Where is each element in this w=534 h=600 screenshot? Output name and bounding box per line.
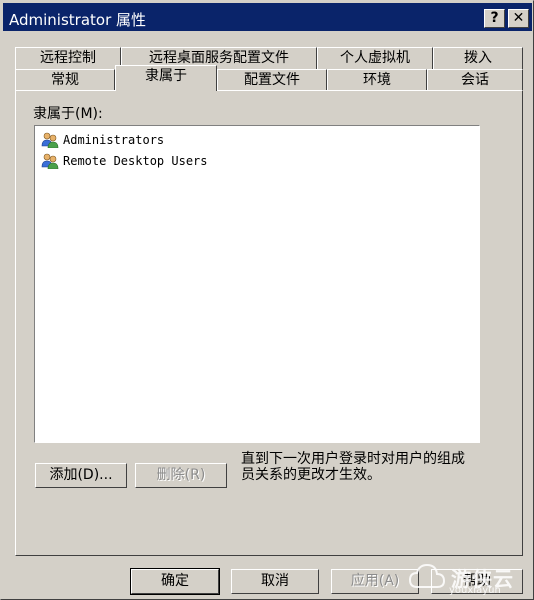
list-item[interactable]: Administrators bbox=[41, 131, 164, 149]
ok-button[interactable]: 确定 bbox=[130, 568, 220, 595]
tab-member-of[interactable]: 隶属于 bbox=[115, 65, 217, 91]
tab-sessions[interactable]: 会话 bbox=[427, 69, 523, 91]
tab-remote-control[interactable]: 远程控制 bbox=[15, 47, 121, 69]
group-icon bbox=[41, 153, 59, 169]
add-button[interactable]: 添加(D)... bbox=[35, 463, 127, 488]
properties-dialog: Administrator 属性 ? ✕ 远程控制 远程桌面服务配置文件 个人虚… bbox=[0, 0, 534, 600]
member-of-list[interactable]: Administrators Remote Desktop Users bbox=[34, 125, 480, 443]
help-title-button[interactable]: ? bbox=[484, 9, 505, 28]
group-icon bbox=[41, 132, 59, 148]
tab-environment[interactable]: 环境 bbox=[327, 69, 427, 91]
watermark: 游侠云 youxiayun bbox=[409, 555, 534, 599]
tab-personal-vm[interactable]: 个人虚拟机 bbox=[317, 47, 433, 69]
tab-general[interactable]: 常规 bbox=[15, 69, 115, 91]
watermark-subtext: youxiayun bbox=[449, 585, 501, 596]
close-button[interactable]: ✕ bbox=[508, 9, 529, 28]
membership-hint: 直到下一次用户登录时对用户的组成员关系的更改才生效。 bbox=[241, 451, 465, 483]
group-name: Remote Desktop Users bbox=[63, 154, 208, 168]
tab-dial-in[interactable]: 拨入 bbox=[433, 47, 523, 69]
list-item[interactable]: Remote Desktop Users bbox=[41, 152, 208, 170]
cloud-logo-icon bbox=[409, 563, 445, 588]
group-name: Administrators bbox=[63, 133, 165, 147]
member-of-label: 隶属于(M): bbox=[33, 106, 103, 122]
window-title: Administrator 属性 bbox=[9, 11, 147, 29]
apply-button[interactable]: 应用(A) bbox=[331, 569, 419, 594]
tab-profile[interactable]: 配置文件 bbox=[217, 69, 327, 91]
title-bar[interactable]: Administrator 属性 ? ✕ bbox=[3, 3, 532, 31]
cancel-button[interactable]: 取消 bbox=[231, 569, 319, 594]
remove-button[interactable]: 删除(R) bbox=[135, 463, 227, 488]
